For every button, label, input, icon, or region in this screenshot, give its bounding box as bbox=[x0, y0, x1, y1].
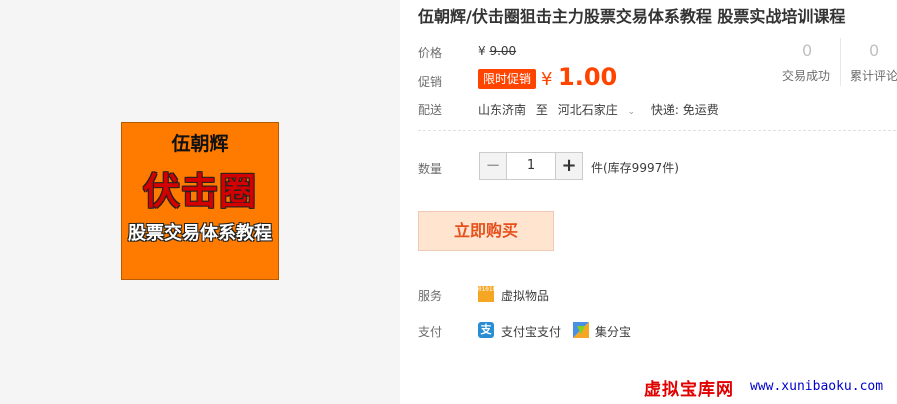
payment-label: 支付 bbox=[418, 325, 443, 339]
promo-price-value: 1.00 bbox=[558, 63, 618, 91]
product-image[interactable]: 伍朝辉 伏击圈 股票交易体系教程 bbox=[121, 122, 279, 280]
destination-selector[interactable]: 河北石家庄 ⌄ bbox=[558, 103, 641, 117]
express-fee: 快递: 免运费 bbox=[650, 103, 719, 117]
ship-destination[interactable]: 河北石家庄 bbox=[558, 103, 618, 117]
service-label: 服务 bbox=[418, 289, 443, 303]
original-price-currency: ¥ bbox=[478, 44, 486, 58]
quantity-label: 数量 bbox=[418, 162, 443, 176]
sales-count: 0 bbox=[802, 41, 813, 60]
increase-button[interactable]: + bbox=[555, 152, 583, 180]
image-text-subtitle: 股票交易体系教程 bbox=[128, 223, 272, 244]
ship-from: 山东济南 bbox=[478, 103, 527, 117]
chevron-down-icon[interactable]: ⌄ bbox=[628, 107, 636, 117]
section-divider bbox=[418, 130, 896, 131]
shipping-info: 山东济南 至 河北石家庄 ⌄ 快递: 免运费 bbox=[478, 101, 725, 118]
ship-to-word: 至 bbox=[535, 103, 548, 117]
buy-now-button[interactable]: 立即购买 bbox=[418, 211, 554, 251]
reviews-label[interactable]: 累计评论 bbox=[850, 67, 897, 84]
stats-divider bbox=[840, 38, 841, 86]
original-price-value: 9.00 bbox=[489, 44, 517, 58]
product-title: 伍朝辉/伏击圈狙击主力股票交易体系教程 股票实战培训课程 bbox=[418, 7, 846, 26]
stock-text: 件(库存9997件) bbox=[591, 161, 679, 175]
delivery-label: 配送 bbox=[418, 103, 443, 117]
jifenbao-icon bbox=[573, 322, 589, 338]
promo-label: 促销 bbox=[418, 75, 443, 89]
price-label: 价格 bbox=[418, 46, 443, 60]
virtual-goods-icon: 010101 bbox=[478, 286, 500, 302]
sales-label: 交易成功 bbox=[782, 69, 831, 83]
promo-tag: 限时促销 bbox=[478, 69, 536, 89]
service-text[interactable]: 虚拟物品 bbox=[501, 287, 549, 304]
promo-price-currency: ¥ bbox=[541, 69, 553, 90]
payment-alipay[interactable]: 支付宝支付 bbox=[501, 323, 561, 340]
image-gallery: 伍朝辉 伏击圈 股票交易体系教程 bbox=[0, 0, 400, 404]
image-text-author: 伍朝辉 bbox=[171, 133, 229, 155]
watermark-url: www.xunibaoku.com bbox=[750, 379, 884, 394]
image-text-brand: 伏击圈 bbox=[143, 170, 257, 213]
quantity-input[interactable]: 1 bbox=[507, 152, 555, 180]
original-price: ¥ 9.00 bbox=[478, 44, 516, 58]
alipay-icon: 支 bbox=[478, 322, 494, 338]
decrease-button[interactable]: − bbox=[479, 152, 507, 180]
promo-price: ¥ 1.00 bbox=[541, 63, 617, 91]
watermark-text: 虚拟宝库网 bbox=[644, 380, 734, 400]
payment-jifenbao[interactable]: 集分宝 bbox=[595, 323, 631, 340]
quantity-stepper: − 1 + bbox=[479, 152, 583, 180]
reviews-count[interactable]: 0 bbox=[869, 41, 879, 60]
